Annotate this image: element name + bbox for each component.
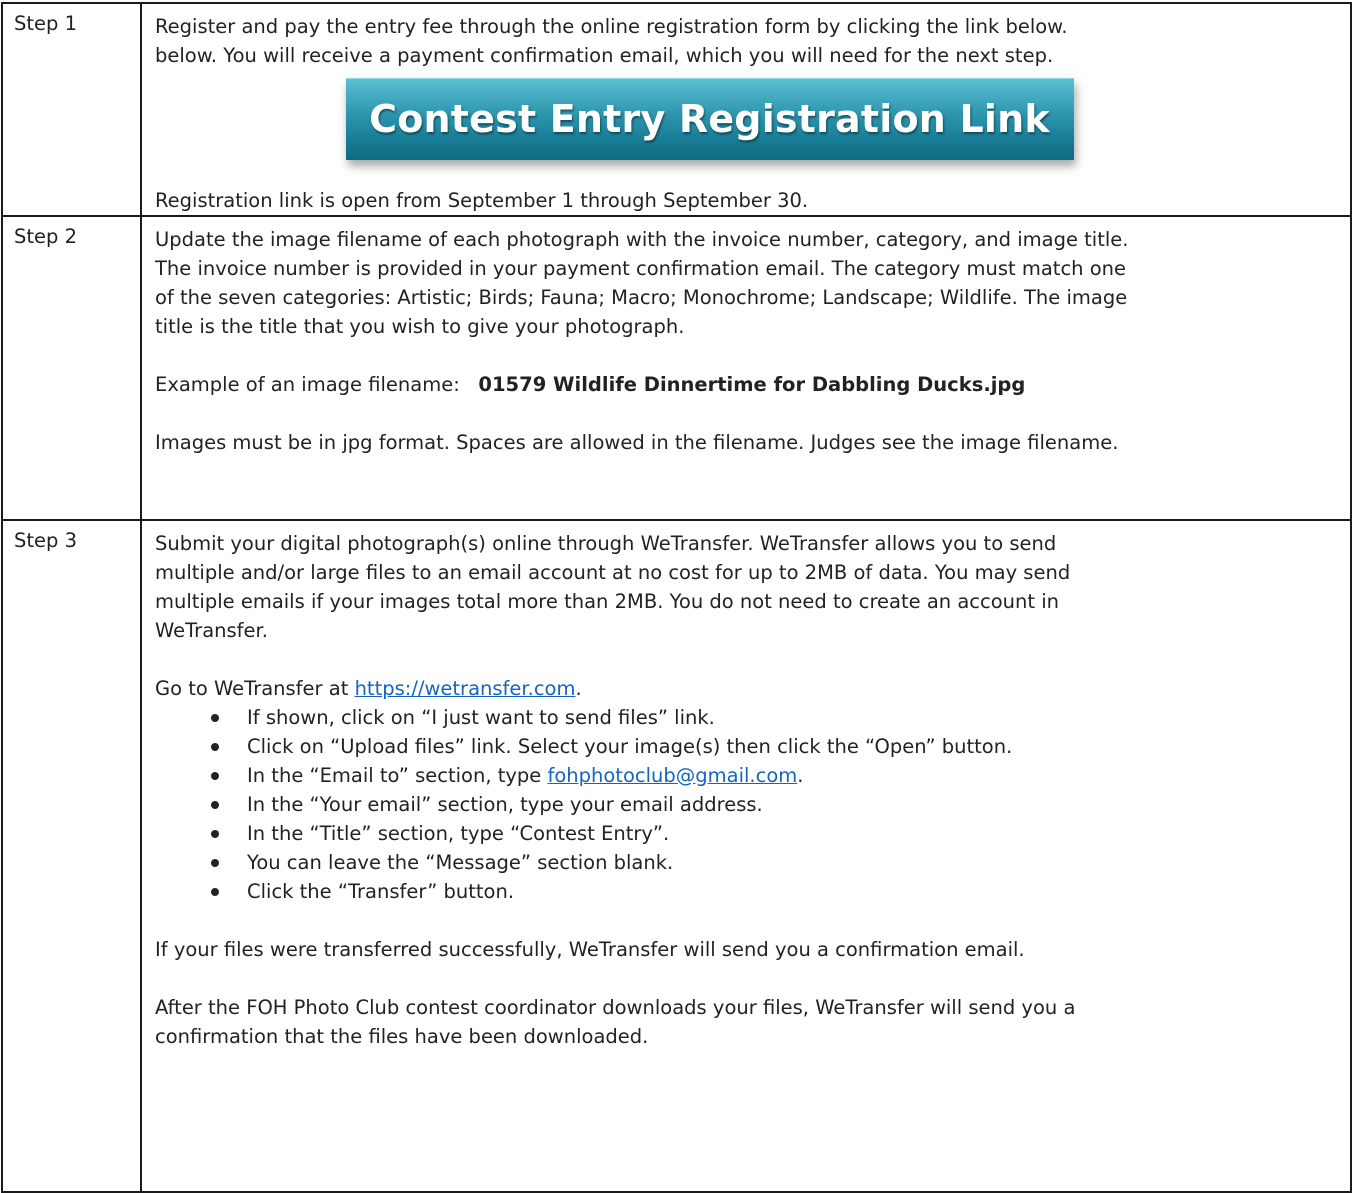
step-content: Register and pay the entry fee through t… [140,2,1352,217]
list-item-text: If shown, click on “I just want to send … [247,706,715,729]
step3-text: multiple emails if your images total mor… [155,590,1060,613]
list-item-text: In the “Title” section, type “Contest En… [247,822,670,845]
bullet-icon [211,859,219,867]
registration-dates: Registration link is open from September… [155,189,809,212]
list-item-text: Click on “Upload files” link. Select you… [247,735,1013,758]
step2-text: Update the image filename of each photog… [155,228,1129,251]
success-note: If your files were transferred successfu… [155,938,1025,961]
list-item: Click on “Upload files” link. Select you… [211,732,1340,761]
filename-example: Example of an image filename: 01579 Wild… [155,370,1340,399]
step1-text: below. You will receive a payment confir… [155,44,1054,67]
list-item-text: . [797,764,804,787]
step-row-3: Step 3 Submit your digital photograph(s)… [1,519,1352,1193]
list-item: If shown, click on “I just want to send … [211,703,1340,732]
step-content: Submit your digital photograph(s) online… [140,519,1352,1193]
steps-table: Step 1 Register and pay the entry fee th… [1,2,1352,1193]
list-item: In the “Title” section, type “Contest En… [211,819,1340,848]
step-label: Step 1 [1,2,142,217]
step-row-1: Step 1 Register and pay the entry fee th… [1,2,1352,217]
step3-text: multiple and/or large files to an email … [155,561,1071,584]
bullet-icon [211,772,219,780]
download-note: After the FOH Photo Club contest coordin… [155,996,1076,1019]
step3-text: WeTransfer. [155,619,268,642]
list-item-text: You can leave the “Message” section blan… [247,851,674,874]
format-note: Images must be in jpg format. Spaces are… [155,431,1119,454]
bullet-icon [211,830,219,838]
example-filename: 01579 Wildlife Dinnertime for Dabbling D… [478,373,1026,396]
bullet-icon [211,801,219,809]
example-label: Example of an image filename: [155,373,460,396]
download-note: confirmation that the files have been do… [155,1025,649,1048]
list-item: Click the “Transfer” button. [211,877,1340,906]
list-item: In the “Your email” section, type your e… [211,790,1340,819]
step1-text: Register and pay the entry fee through t… [155,15,1068,38]
step-content: Update the image filename of each photog… [140,215,1352,521]
step-label: Step 2 [1,215,142,521]
email-link[interactable]: fohphotoclub@gmail.com [547,764,797,787]
bullet-icon [211,714,219,722]
bullet-icon [211,743,219,751]
step2-text: title is the title that you wish to give… [155,315,685,338]
registration-button-container: Contest Entry Registration Link [155,70,1340,186]
step2-text: of the seven categories: Artistic; Birds… [155,286,1128,309]
list-item: In the “Email to” section, type fohphoto… [211,761,1340,790]
step-label: Step 3 [1,519,142,1193]
list-item-text: In the “Your email” section, type your e… [247,793,763,816]
list-item-text: In the “Email to” section, type [247,764,548,787]
list-item: You can leave the “Message” section blan… [211,848,1340,877]
bullet-icon [211,888,219,896]
list-item-text: Click the “Transfer” button. [247,880,515,903]
step3-text: Submit your digital photograph(s) online… [155,532,1057,555]
step2-text: The invoice number is provided in your p… [155,257,1127,280]
instruction-list: If shown, click on “I just want to send … [155,703,1340,906]
contest-entry-registration-button[interactable]: Contest Entry Registration Link [345,78,1074,160]
goto-suffix: . [575,677,582,700]
goto-prefix: Go to WeTransfer at [155,677,355,700]
wetransfer-goto: Go to WeTransfer at https://wetransfer.c… [155,674,1340,703]
step-row-2: Step 2 Update the image filename of each… [1,215,1352,521]
wetransfer-link[interactable]: https://wetransfer.com [355,677,576,700]
